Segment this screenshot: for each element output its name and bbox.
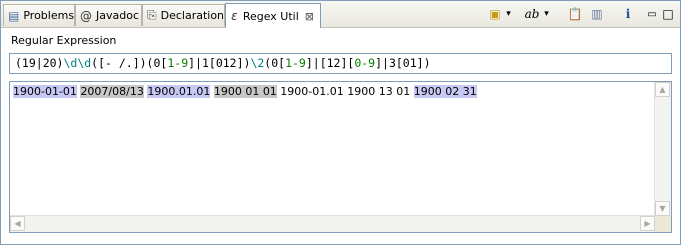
scroll-down-icon[interactable]: ▼ (655, 201, 670, 216)
regex-token: ]|3[01]) (375, 56, 431, 70)
tab-label: Regex Util (242, 9, 299, 23)
match-highlight: 2007/08/13 (80, 85, 144, 98)
regex-input[interactable]: (19|20)\d\d([- /.])(0[1-9]|1[012])\2(0[1… (9, 53, 672, 74)
regex-token: ([- /.])(0[ (91, 56, 168, 70)
paste-icon[interactable]: ▥ (589, 5, 605, 23)
maximize-icon[interactable]: □ (661, 5, 675, 23)
match-highlight: 1900 02 31 (413, 85, 477, 98)
regex-util-view: ▤ Problems @ Javadoc ⎘ Declaration ε Reg… (0, 0, 681, 245)
test-text-line: 1900-01-01 2007/08/13 1900.01.01 1900 01… (13, 85, 477, 98)
regex-token: 0-9 (354, 56, 376, 70)
regex-token: ]|1[012]) (188, 56, 251, 70)
info-icon[interactable]: i (621, 5, 635, 23)
tab-declaration[interactable]: ⎘ Declaration (142, 4, 225, 26)
tab-javadoc[interactable]: @ Javadoc (75, 4, 142, 26)
ab-button[interactable]: ab (523, 5, 541, 23)
regex-token: 1-9 (285, 56, 306, 70)
chevron-down-icon[interactable]: ▾ (542, 5, 551, 23)
at-icon: @ (80, 8, 92, 23)
regex-token: (0[ (264, 56, 286, 70)
regex-token: \2 (250, 56, 265, 70)
problems-icon: ▤ (8, 8, 20, 23)
new-icon[interactable]: ▣ (487, 5, 503, 23)
view-tab-bar: ▤ Problems @ Javadoc ⎘ Declaration ε Reg… (1, 1, 680, 28)
test-text-area[interactable]: 1900-01-01 2007/08/13 1900.01.01 1900 01… (9, 81, 672, 233)
match-highlight: 1900 01 01 (213, 85, 277, 98)
vertical-scrollbar[interactable]: ▲ ▼ (654, 82, 671, 232)
regex-token: 1-9 (167, 56, 189, 70)
close-icon[interactable]: ⊠ (305, 10, 314, 23)
scrollbar-corner (655, 216, 671, 232)
tab-problems[interactable]: ▤ Problems (3, 4, 75, 26)
minimize-icon[interactable]: ▭ (645, 5, 659, 23)
regex-token: \d\d (63, 56, 92, 70)
match-highlight: 1900.01.01 (147, 85, 211, 98)
epsilon-icon: ε (231, 9, 238, 23)
scroll-left-icon[interactable]: ◀ (10, 216, 25, 231)
horizontal-scrollbar[interactable]: ◀ ▶ (10, 215, 655, 232)
tab-regex-util[interactable]: ε Regex Util ⊠ (225, 3, 321, 28)
scroll-up-icon[interactable]: ▲ (655, 82, 670, 97)
tab-label: Declaration (160, 9, 225, 22)
scroll-right-icon[interactable]: ▶ (640, 216, 655, 231)
tab-label: Javadoc (96, 9, 139, 22)
regex-label: Regular Expression (11, 34, 117, 47)
plain-text: 1900-01.01 1900 13 01 (276, 85, 414, 98)
match-highlight: 1900-01-01 (13, 85, 77, 98)
regex-token: ]|[12][ (305, 56, 355, 70)
tab-label: Problems (23, 9, 75, 22)
regex-token: (19|20) (15, 56, 64, 70)
declaration-icon: ⎘ (147, 8, 157, 22)
chevron-down-icon[interactable]: ▾ (504, 5, 513, 23)
clipboard-icon[interactable]: 📋 (567, 5, 583, 23)
